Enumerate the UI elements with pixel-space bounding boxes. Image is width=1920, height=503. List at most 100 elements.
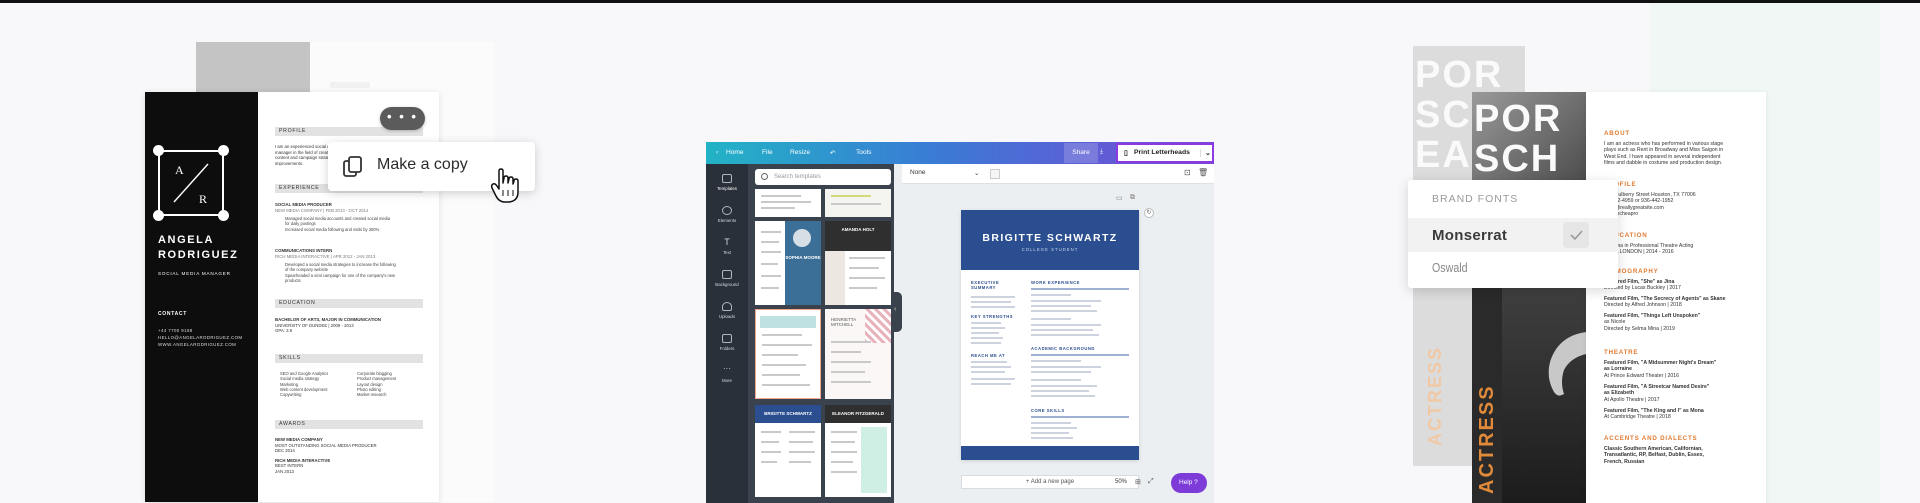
template-thumbnail[interactable]: HENRIETTA MITCHELL: [825, 309, 891, 399]
text-icon: T: [724, 237, 730, 247]
sidebar-item-uploads[interactable]: Uploads: [706, 302, 748, 319]
monogram-logo[interactable]: A R: [153, 145, 229, 221]
template-title: ELEANOR FITZGERALD: [832, 411, 884, 416]
chevron-down-icon: ⌄: [974, 170, 980, 177]
sidebar-item-more[interactable]: ··· More: [706, 364, 748, 384]
grid-view-icon[interactable]: ⊞: [1135, 478, 1141, 486]
menu-tools[interactable]: Tools: [856, 149, 871, 156]
template-thumbnail[interactable]: [755, 189, 821, 217]
doc-section-heading: CORE SKILLS: [1031, 408, 1065, 413]
chevron-left-icon: ‹: [894, 306, 897, 313]
document-name: BRIGITTE SCHWARTZ: [982, 232, 1118, 244]
help-button[interactable]: Help ?: [1171, 473, 1207, 493]
editor-top-bar: ‹ Home File Resize ↶ Tools Share ⤓ ▯ Pri…: [706, 142, 1214, 164]
template-thumbnail[interactable]: [825, 189, 891, 217]
comment-icon[interactable]: ▭: [1116, 194, 1123, 202]
accents-text: Classic Southern American, Californian, …: [1604, 446, 1704, 465]
job-bullets: Managed social media accounts and create…: [285, 216, 391, 232]
section-heading-education: EDUCATION: [275, 299, 423, 308]
resize-handle[interactable]: [153, 210, 164, 221]
template-thumbnail[interactable]: AMANDA HOLT: [825, 221, 891, 305]
section-heading: THEATRE: [1604, 349, 1639, 356]
document-footer-band: [961, 446, 1139, 460]
template-title: AMANDA HOLT: [841, 227, 875, 232]
search-input[interactable]: Search templates: [755, 169, 891, 185]
trash-icon[interactable]: 🗑: [1198, 168, 1208, 177]
theatre-entry: Featured Film, "The King and I" as Mona …: [1604, 408, 1704, 421]
document-icon: ▯: [1124, 150, 1128, 157]
share-button[interactable]: Share: [1064, 143, 1098, 163]
collapse-panel-handle[interactable]: ‹: [892, 292, 902, 332]
sidebar-item-text[interactable]: T Text: [706, 237, 748, 256]
job-bullets: Developed a social media strategies to i…: [285, 262, 396, 283]
download-icon[interactable]: ⤓: [1100, 148, 1103, 156]
contact-website: WWW.ANGELARODRIGUEZ.COM: [158, 342, 237, 347]
sidebar-item-background[interactable]: Background: [706, 270, 748, 287]
print-label: Print Letterheads: [1134, 149, 1190, 156]
fullscreen-icon[interactable]: ⤢: [1148, 478, 1154, 486]
section-heading-skills: SKILLS: [275, 354, 423, 363]
actress-template-page[interactable]: ABOUT I am an actress who has performed …: [1586, 92, 1766, 503]
font-select[interactable]: None ⌄: [910, 169, 980, 180]
sidebar-item-folders[interactable]: Folders: [706, 334, 748, 351]
menu-home[interactable]: Home: [726, 149, 744, 156]
make-a-copy-label: Make a copy: [377, 156, 468, 173]
font-option-monserrat[interactable]: Monserrat: [1408, 218, 1618, 252]
lock-icon[interactable]: ⊡: [1184, 168, 1191, 177]
chevron-down-icon[interactable]: ⌄: [1200, 149, 1211, 157]
section-heading: ACCENTS AND DIALECTS: [1604, 435, 1698, 442]
editor-sidebar: Templates Elements T Text Background Uplo…: [706, 164, 748, 503]
back-chevron-icon[interactable]: ‹: [716, 149, 718, 156]
canva-editor-window: ‹ Home File Resize ↶ Tools Share ⤓ ▯ Pri…: [706, 142, 1214, 503]
doc-section-heading: EXECUTIVE SUMMARY: [971, 280, 1000, 290]
resize-handle[interactable]: [218, 210, 229, 221]
folder-icon: [722, 334, 732, 343]
rotate-icon[interactable]: ↻: [1144, 208, 1154, 218]
resize-handle[interactable]: [153, 145, 164, 156]
template-thumbnail[interactable]: ELEANOR FITZGERALD: [825, 405, 891, 497]
monogram-letter-r: R: [199, 192, 208, 206]
font-option-label: Monserrat: [1432, 227, 1508, 244]
elements-icon: [722, 206, 732, 215]
actress-template-photo: POR SCH ACTRESS: [1472, 92, 1586, 503]
templates-icon: [722, 174, 732, 183]
print-letterheads-button[interactable]: ▯ Print Letterheads ⌄: [1116, 143, 1214, 163]
monogram-letter-a: A: [175, 163, 184, 177]
template-thumbnail[interactable]: BRIGITTE SCHWARTZ: [755, 405, 821, 497]
font-option-oswald[interactable]: Oswald: [1432, 260, 1468, 275]
sidebar-item-templates[interactable]: Templates: [706, 174, 748, 191]
top-edge-bar: [0, 0, 1920, 3]
vertical-title: ACTRESS: [1425, 345, 1445, 446]
zoom-level[interactable]: 50%: [1115, 479, 1127, 485]
resume-job-title: SOCIAL MEDIA MANAGER: [158, 271, 231, 276]
add-new-page-button[interactable]: + Add a new page: [961, 475, 1139, 489]
more-dots-icon: ···: [723, 364, 731, 373]
color-swatch[interactable]: [990, 169, 1000, 179]
section-heading-awards: AWARDS: [275, 420, 423, 429]
menu-file[interactable]: File: [762, 149, 773, 156]
duplicate-page-icon[interactable]: ⧉: [1130, 194, 1135, 202]
resize-handle[interactable]: [218, 145, 229, 156]
section-heading: ABOUT: [1604, 130, 1630, 137]
template-thumbnail[interactable]: SOPHIA MOORE: [755, 221, 821, 305]
document-header: BRIGITTE SCHWARTZ COLLEGE STUDENT: [961, 210, 1139, 270]
doc-section-heading: REACH ME AT: [971, 353, 1006, 358]
brand-fonts-dropdown: BRAND FONTS Monserrat Oswald: [1408, 180, 1618, 288]
doc-section-heading: WORK EXPERIENCE: [1031, 280, 1080, 285]
background-icon: [722, 270, 732, 279]
menu-resize[interactable]: Resize: [790, 149, 810, 156]
big-letters: POR: [1474, 98, 1563, 140]
undo-icon[interactable]: ↶: [830, 149, 836, 157]
editor-toolbar: None ⌄ ⊡ 🗑: [902, 164, 1214, 184]
more-options-button[interactable]: • • •: [380, 107, 425, 130]
job-org: NEW MEDIA COMPANY | FEB 2013 - OCT 2014: [275, 208, 369, 213]
about-text: I am an actress who has performed in var…: [1604, 141, 1724, 167]
hand-cursor-icon: [490, 168, 519, 203]
filmography-entry: Featured Film, "The Secrecy of Agents" a…: [1604, 296, 1726, 309]
ghost-template-photo: [196, 42, 310, 97]
template-thumbnail[interactable]: [755, 309, 821, 399]
big-letters: SCH: [1474, 138, 1561, 180]
copy-icon: [343, 156, 362, 177]
resume-document-canvas[interactable]: BRIGITTE SCHWARTZ COLLEGE STUDENT EXECUT…: [961, 210, 1139, 460]
sidebar-item-elements[interactable]: Elements: [706, 206, 748, 223]
